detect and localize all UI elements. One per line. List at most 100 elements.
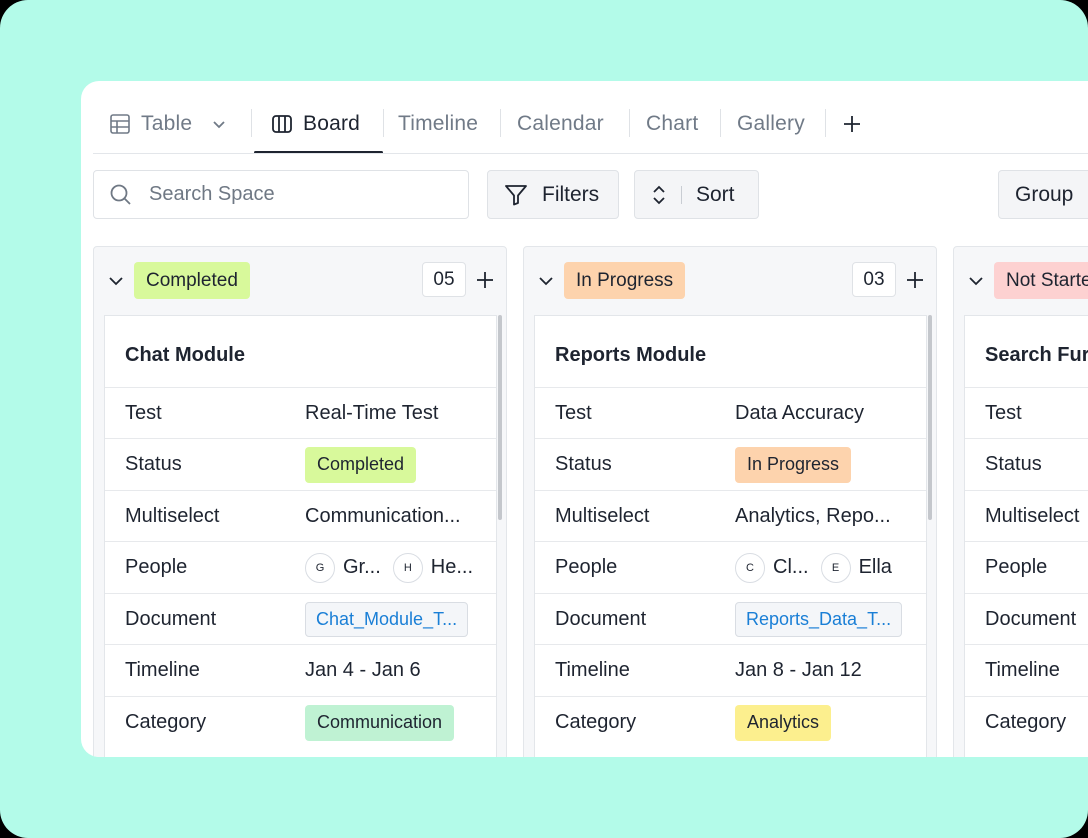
- field-value[interactable]: Real-Time Test: [305, 402, 438, 425]
- field-value: Analytics: [735, 704, 832, 741]
- tab-timeline[interactable]: Timeline: [398, 108, 478, 140]
- document-link[interactable]: Chat_Module_T...: [305, 602, 469, 637]
- search-icon: [109, 183, 133, 207]
- field-label: Document: [555, 608, 647, 630]
- document-link[interactable]: Reports_Data_T...: [735, 602, 903, 637]
- field-label: People: [985, 556, 1048, 578]
- field-label: Status: [125, 453, 182, 475]
- column-scrollbar[interactable]: [928, 315, 932, 520]
- column-header: In Progress 03: [524, 247, 936, 315]
- field-label: Test: [555, 402, 592, 424]
- field-row-status: Status Completed: [105, 438, 496, 490]
- sort-button[interactable]: Sort: [634, 170, 759, 219]
- field-row-category: Category Communication: [105, 696, 496, 748]
- chevron-down-icon[interactable]: [210, 115, 228, 133]
- people-list[interactable]: C Cl... E Ella: [735, 552, 892, 583]
- field-label: People: [555, 556, 618, 578]
- field-row-timeline: Timeline Jan 8 - Jan 12: [535, 644, 926, 696]
- field-label: Status: [555, 453, 612, 475]
- sort-arrows-icon: [651, 184, 667, 206]
- field-row-multiselect: Multiselect: [965, 490, 1088, 542]
- task-card[interactable]: Chat Module Test Real-Time Test Status C…: [104, 315, 497, 757]
- field-label: Test: [985, 402, 1022, 424]
- filters-label: Filters: [542, 182, 600, 206]
- field-row-category: Category Analytics: [535, 696, 926, 748]
- column-header: Completed 05: [94, 247, 506, 315]
- category-pill[interactable]: Communication: [305, 704, 455, 741]
- tab-label: Board: [303, 112, 361, 135]
- field-value: Chat_Module_T...: [305, 602, 469, 637]
- tab-label: Chart: [646, 112, 699, 135]
- tab-label: Table: [141, 112, 193, 135]
- field-value[interactable]: Data Accuracy: [735, 402, 864, 425]
- tabs-divider-line: [93, 153, 1088, 154]
- search-input[interactable]: [147, 182, 451, 207]
- field-row-category: Category: [965, 696, 1088, 748]
- field-value[interactable]: Communication...: [305, 505, 461, 528]
- field-label: Multiselect: [125, 505, 220, 527]
- chevron-down-icon[interactable]: [966, 271, 986, 296]
- person-name: Cl...: [773, 556, 809, 578]
- card-title: Chat Module: [125, 344, 245, 366]
- board-column-completed: Completed 05 Chat Module Test Real-Time …: [93, 246, 507, 757]
- field-row-timeline: Timeline: [965, 644, 1088, 696]
- field-label: Category: [985, 711, 1067, 733]
- board-column-not-started: Not Starte Search Fur Test Status Multis…: [953, 246, 1088, 757]
- task-card[interactable]: Search Fur Test Status Multiselect Peopl…: [964, 315, 1088, 757]
- column-status-tag: Completed: [134, 262, 250, 299]
- status-pill[interactable]: Completed: [305, 446, 417, 483]
- search-box[interactable]: [93, 170, 469, 219]
- add-card-plus-icon[interactable]: [474, 269, 496, 296]
- tab-board[interactable]: Board: [271, 108, 360, 140]
- field-value: In Progress: [735, 446, 852, 483]
- status-pill[interactable]: In Progress: [735, 446, 852, 483]
- field-label: Document: [125, 608, 217, 630]
- tab-divider: [500, 109, 501, 137]
- field-row-document: Document Chat_Module_T...: [105, 593, 496, 645]
- field-value: Communication: [305, 704, 455, 741]
- card-title: Reports Module: [555, 344, 707, 366]
- tab-gallery[interactable]: Gallery: [737, 108, 805, 140]
- field-label: Timeline: [555, 659, 630, 681]
- tab-calendar[interactable]: Calendar: [517, 108, 604, 140]
- tab-divider: [383, 109, 384, 137]
- chevron-down-icon[interactable]: [106, 271, 126, 296]
- field-value[interactable]: Jan 8 - Jan 12: [735, 659, 862, 682]
- field-row-status: Status: [965, 438, 1088, 490]
- tab-chart[interactable]: Chart: [646, 108, 698, 140]
- tab-divider: [251, 109, 252, 137]
- category-pill[interactable]: Analytics: [735, 704, 832, 741]
- sort-divider: [681, 185, 682, 204]
- tab-label: Gallery: [737, 112, 805, 135]
- avatar: H: [392, 552, 423, 583]
- tab-divider: [629, 109, 630, 137]
- person-name: He...: [430, 556, 474, 578]
- board-panel: Table Board Timeline Calendar Chart Gall…: [81, 81, 1088, 757]
- avatar: C: [735, 552, 765, 583]
- plus-icon: [841, 113, 863, 135]
- field-row-test: Test Data Accuracy: [535, 387, 926, 439]
- chevron-down-icon[interactable]: [536, 271, 556, 296]
- field-row-people: People C Cl... E Ella: [535, 541, 926, 593]
- task-card[interactable]: Reports Module Test Data Accuracy Status…: [534, 315, 927, 757]
- filters-button[interactable]: Filters: [487, 170, 619, 219]
- tab-table[interactable]: Table: [109, 108, 228, 140]
- field-value[interactable]: Jan 4 - Jan 6: [305, 659, 421, 682]
- board-column-in-progress: In Progress 03 Reports Module Test Data …: [523, 246, 937, 757]
- column-count: 05: [422, 262, 466, 297]
- field-value: Completed: [305, 446, 417, 483]
- field-label: Document: [985, 608, 1077, 630]
- field-value[interactable]: Analytics, Repo...: [735, 505, 891, 528]
- filter-icon: [504, 183, 528, 207]
- field-label: Multiselect: [555, 505, 650, 527]
- group-button[interactable]: Group: [998, 170, 1088, 219]
- column-status-tag: In Progress: [564, 262, 686, 299]
- field-label: Status: [985, 453, 1042, 475]
- add-view-button[interactable]: [841, 108, 863, 140]
- add-card-plus-icon[interactable]: [904, 269, 926, 296]
- people-list[interactable]: G Gr... H He...: [305, 552, 474, 583]
- field-label: Timeline: [985, 659, 1060, 681]
- column-scrollbar[interactable]: [498, 315, 502, 520]
- tab-divider: [825, 109, 826, 137]
- field-row-test: Test Real-Time Test: [105, 387, 496, 439]
